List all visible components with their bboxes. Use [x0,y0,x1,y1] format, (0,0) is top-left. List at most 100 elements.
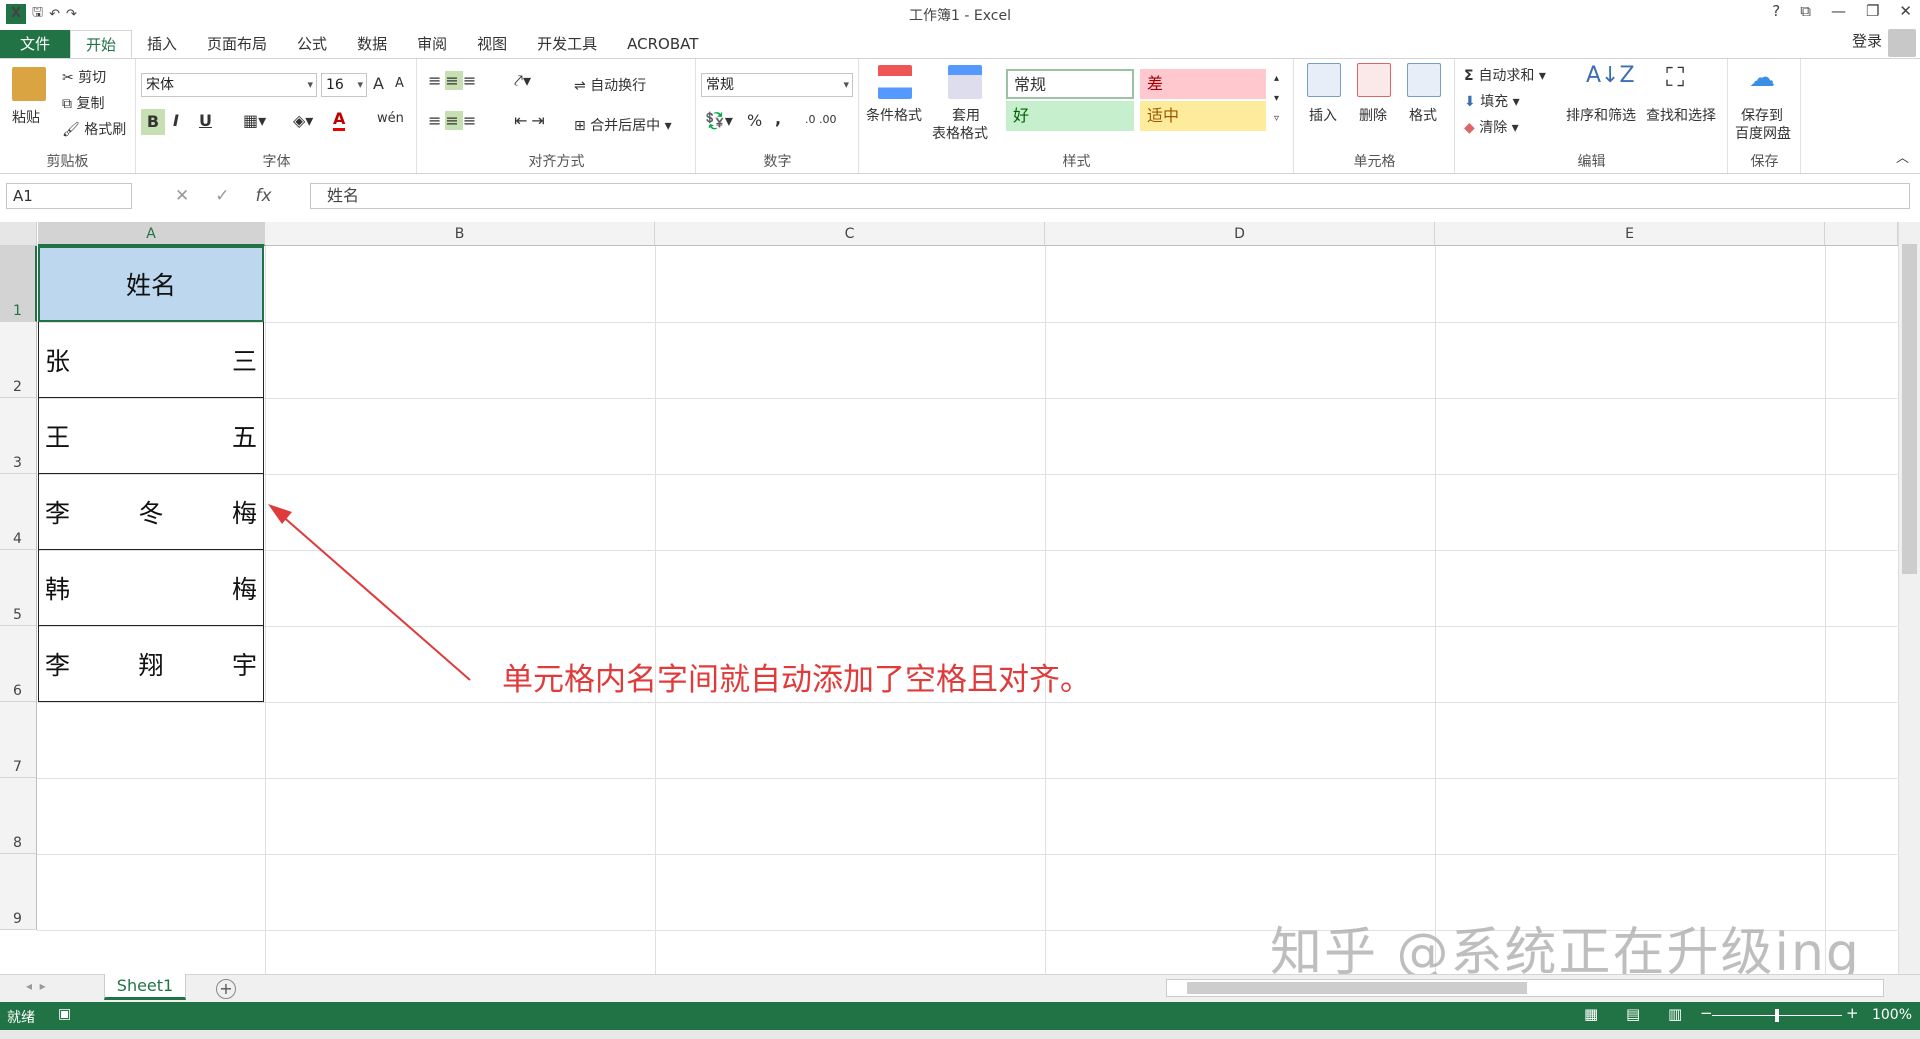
clear-button[interactable]: ◆ 清除 ▾ [1464,117,1519,137]
style-normal[interactable]: 常规 [1006,69,1134,99]
paste-button[interactable]: 粘贴 [12,107,40,127]
zoom-slider-thumb[interactable] [1775,1009,1779,1022]
save-to-cloud-button[interactable]: 保存到 [1741,105,1783,125]
help-icon[interactable]: ? [1772,2,1780,20]
cancel-icon[interactable]: ✕ [175,186,189,206]
vertical-align-icons[interactable]: ≡≡≡ [428,71,480,90]
tab-acrobat[interactable]: ACROBAT [612,30,713,58]
add-sheet-button[interactable]: + [216,979,236,999]
page-layout-view-icon[interactable]: ▤ [1626,1005,1640,1023]
shrink-font-button[interactable]: A [395,76,404,91]
save-to-cloud-label[interactable]: 百度网盘 [1735,123,1791,143]
font-name-combo[interactable]: 宋体 [141,73,317,97]
formula-input[interactable]: 姓名 [310,183,1910,209]
normal-view-icon[interactable]: ▦ [1584,1005,1598,1023]
binoculars-icon: ⛶ [1666,63,1685,93]
horizontal-scroll-thumb[interactable] [1187,982,1527,994]
fill-color-icon[interactable]: ◈▾ [293,111,313,130]
vertical-scroll-thumb[interactable] [1902,244,1917,574]
insert-cells-button[interactable]: 插入 [1309,105,1337,125]
sigma-icon: Σ [1464,68,1479,84]
tab-review[interactable]: 审阅 [402,30,462,58]
page-break-view-icon[interactable]: ▥ [1668,1005,1682,1023]
tab-formulas[interactable]: 公式 [282,30,342,58]
sheet-nav-icons[interactable]: ◂ ▸ [26,979,46,993]
macro-record-icon[interactable]: ▣ [58,1006,71,1022]
bold-button[interactable]: B [141,109,165,135]
insert-cells-icon [1307,63,1341,97]
italic-button[interactable]: I [173,111,179,130]
sort-filter-button[interactable]: 排序和筛选 [1566,105,1636,125]
status-bar: 就绪 ▣ ▦ ▤ ▥ − + 100% [0,1002,1920,1030]
zoom-out-icon[interactable]: − [1700,1004,1713,1022]
tab-view[interactable]: 视图 [462,30,522,58]
percent-button[interactable]: % [747,111,762,130]
group-label: 单元格 [1353,154,1396,170]
tab-data[interactable]: 数据 [342,30,402,58]
format-as-table-label[interactable]: 表格格式 [932,123,988,143]
conditional-format-button[interactable]: 条件格式 [866,105,922,125]
tab-page-layout[interactable]: 页面布局 [192,30,282,58]
horizontal-scrollbar[interactable] [1166,979,1884,997]
group-label: 数字 [763,154,792,170]
formula-bar: A1 ✕ ✓ fx 姓名 [0,174,1920,220]
tab-home[interactable]: 开始 [70,30,133,58]
ribbon-display-icon[interactable]: ⧉ [1800,2,1811,20]
group-label: 剪贴板 [46,154,89,170]
wrap-icon: ⇌ [574,78,591,94]
decimal-icons[interactable]: .0 .00 [805,113,837,126]
sheet-tab-sheet1[interactable]: Sheet1 [104,974,186,1000]
group-label: 样式 [1062,154,1091,170]
phonetic-icon[interactable]: wén [377,111,404,126]
format-as-table-button[interactable]: 套用 [952,105,980,125]
currency-icon[interactable]: 💱▾ [705,111,733,130]
style-neutral[interactable]: 适中 [1140,101,1266,131]
comma-button[interactable]: , [775,109,781,128]
avatar[interactable] [1888,29,1916,57]
login-link[interactable]: 登录 [1852,30,1882,51]
cut-button[interactable]: ✂ 剪切 [62,67,106,87]
worksheet-grid: A B C D E 1 2 3 4 5 6 7 8 9 姓名 张三 王五 李冬梅… [0,222,1920,974]
indent-icons[interactable]: ⇤⇥ [514,111,549,130]
group-styles: 条件格式 套用 表格格式 常规 差 好 适中 ▴ ▾ ▿ 样式 [860,59,1294,173]
wrap-text-button[interactable]: ⇌ 自动换行 [574,75,646,95]
format-painter-button[interactable]: 🖌 格式刷 [62,119,126,139]
close-icon[interactable]: ✕ [1899,2,1912,20]
formula-buttons: ✕ ✓ fx [175,186,272,206]
grow-font-button[interactable]: A [373,74,384,93]
group-label: 字体 [262,154,291,170]
restore-icon[interactable]: ❐ [1866,2,1879,20]
number-format-combo[interactable]: 常规 [701,73,853,97]
styles-scroll-icon[interactable]: ▴ ▾ ▿ [1274,69,1279,129]
zoom-level[interactable]: 100% [1872,1007,1912,1023]
orientation-icon[interactable]: ⤤▾ [514,71,531,91]
delete-cells-button[interactable]: 删除 [1359,105,1387,125]
merge-center-button[interactable]: ⊞ 合并后居中 ▾ [574,115,672,135]
copy-button[interactable]: ⧉ 复制 [62,93,104,113]
style-good[interactable]: 好 [1006,101,1134,131]
fill-button[interactable]: ⬇ 填充 ▾ [1464,91,1520,111]
conditional-format-icon [878,65,912,99]
name-box[interactable]: A1 [6,183,132,209]
font-color-icon[interactable]: A [333,109,346,131]
font-size-combo[interactable]: 16 [321,73,367,97]
tab-insert[interactable]: 插入 [132,30,192,58]
find-select-button[interactable]: 查找和选择 [1646,105,1716,125]
window-controls: ? ⧉ — ❐ ✕ [1772,2,1912,20]
status-ready: 就绪 [7,1010,35,1026]
tab-file[interactable]: 文件 [0,30,70,58]
fx-icon[interactable]: fx [256,186,272,206]
zoom-in-icon[interactable]: + [1846,1004,1859,1022]
borders-icon[interactable]: ▦▾ [243,111,266,130]
window-title: 工作簿1 - Excel [909,8,1011,24]
enter-icon[interactable]: ✓ [215,186,229,206]
collapse-ribbon-icon[interactable]: ︿ [1896,147,1909,166]
vertical-scrollbar[interactable] [1898,222,1920,974]
horizontal-align-icons[interactable]: ≡≡≡ [428,111,480,130]
style-bad[interactable]: 差 [1140,69,1266,99]
minimize-icon[interactable]: — [1831,2,1846,20]
format-cells-button[interactable]: 格式 [1409,105,1437,125]
autosum-button[interactable]: Σ 自动求和 ▾ [1464,65,1546,85]
underline-button[interactable]: U [199,111,212,130]
tab-developer[interactable]: 开发工具 [522,30,612,58]
